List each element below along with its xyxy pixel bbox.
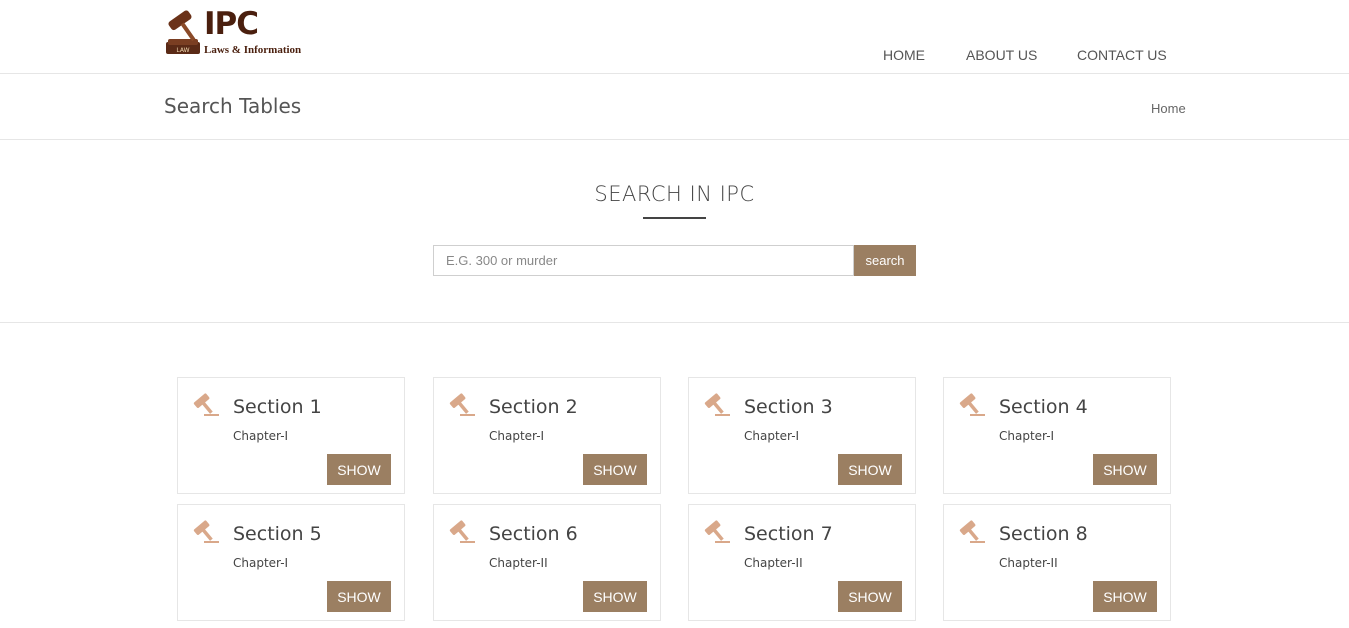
gavel-icon: [703, 519, 731, 545]
nav-about-us[interactable]: ABOUT US: [966, 47, 1037, 63]
show-button[interactable]: SHOW: [327, 454, 391, 485]
gavel-icon: [192, 519, 220, 545]
section-title: Section 6: [489, 523, 578, 545]
gavel-icon: [958, 392, 986, 418]
section-card: Section 3 Chapter-I SHOW: [688, 377, 916, 494]
section-title: Section 7: [744, 523, 833, 545]
section-title: Section 2: [489, 396, 578, 418]
chapter-label: Chapter-II: [999, 556, 1058, 570]
title-bar: Search Tables Home: [0, 74, 1349, 140]
breadcrumb-home[interactable]: Home: [1151, 101, 1186, 116]
logo-title: IPC: [204, 6, 259, 42]
chapter-label: Chapter-I: [233, 429, 289, 443]
show-button[interactable]: SHOW: [838, 454, 902, 485]
search-heading: SEARCH IN IPC: [594, 182, 755, 206]
gavel-icon: [958, 519, 986, 545]
section-card: Section 4 Chapter-I SHOW: [943, 377, 1171, 494]
section-title: Section 4: [999, 396, 1088, 418]
chapter-label: Chapter-I: [233, 556, 289, 570]
show-button[interactable]: SHOW: [583, 454, 647, 485]
chapter-label: Chapter-I: [744, 429, 800, 443]
section-card: Section 6 Chapter-II SHOW: [433, 504, 661, 621]
nav-home[interactable]: HOME: [883, 47, 925, 63]
page-title: Search Tables: [164, 94, 302, 118]
show-button[interactable]: SHOW: [327, 581, 391, 612]
section-card: Section 7 Chapter-II SHOW: [688, 504, 916, 621]
site-logo[interactable]: LAW IPC Laws & Information: [164, 6, 301, 60]
show-button[interactable]: SHOW: [1093, 581, 1157, 612]
chapter-label: Chapter-II: [744, 556, 803, 570]
nav-contact-us[interactable]: CONTACT US: [1077, 47, 1167, 63]
chapter-label: Chapter-I: [999, 429, 1055, 443]
logo-subtitle: Laws & Information: [204, 44, 302, 56]
section-card: Section 1 Chapter-I SHOW: [177, 377, 405, 494]
gavel-icon: [448, 392, 476, 418]
gavel-icon: [448, 519, 476, 545]
gavel-icon: [703, 392, 731, 418]
section-title: Section 3: [744, 396, 833, 418]
section-title: Section 8: [999, 523, 1088, 545]
section-title: Section 5: [233, 523, 322, 545]
section-title: Section 1: [233, 396, 322, 418]
logo-badge: LAW: [176, 47, 189, 54]
chapter-label: Chapter-I: [489, 429, 545, 443]
gavel-icon: [192, 392, 220, 418]
section-card: Section 5 Chapter-I SHOW: [177, 504, 405, 621]
section-card: Section 2 Chapter-I SHOW: [433, 377, 661, 494]
search-input[interactable]: [433, 245, 854, 276]
show-button[interactable]: SHOW: [838, 581, 902, 612]
heading-underline: [643, 217, 706, 219]
search-button[interactable]: search: [854, 245, 916, 276]
show-button[interactable]: SHOW: [1093, 454, 1157, 485]
show-button[interactable]: SHOW: [583, 581, 647, 612]
section-card: Section 8 Chapter-II SHOW: [943, 504, 1171, 621]
chapter-label: Chapter-II: [489, 556, 548, 570]
gavel-logo-icon: LAW: [166, 10, 200, 54]
search-section: SEARCH IN IPC search: [0, 140, 1349, 323]
site-header: LAW IPC Laws & Information HOME ABOUT US…: [0, 0, 1349, 74]
